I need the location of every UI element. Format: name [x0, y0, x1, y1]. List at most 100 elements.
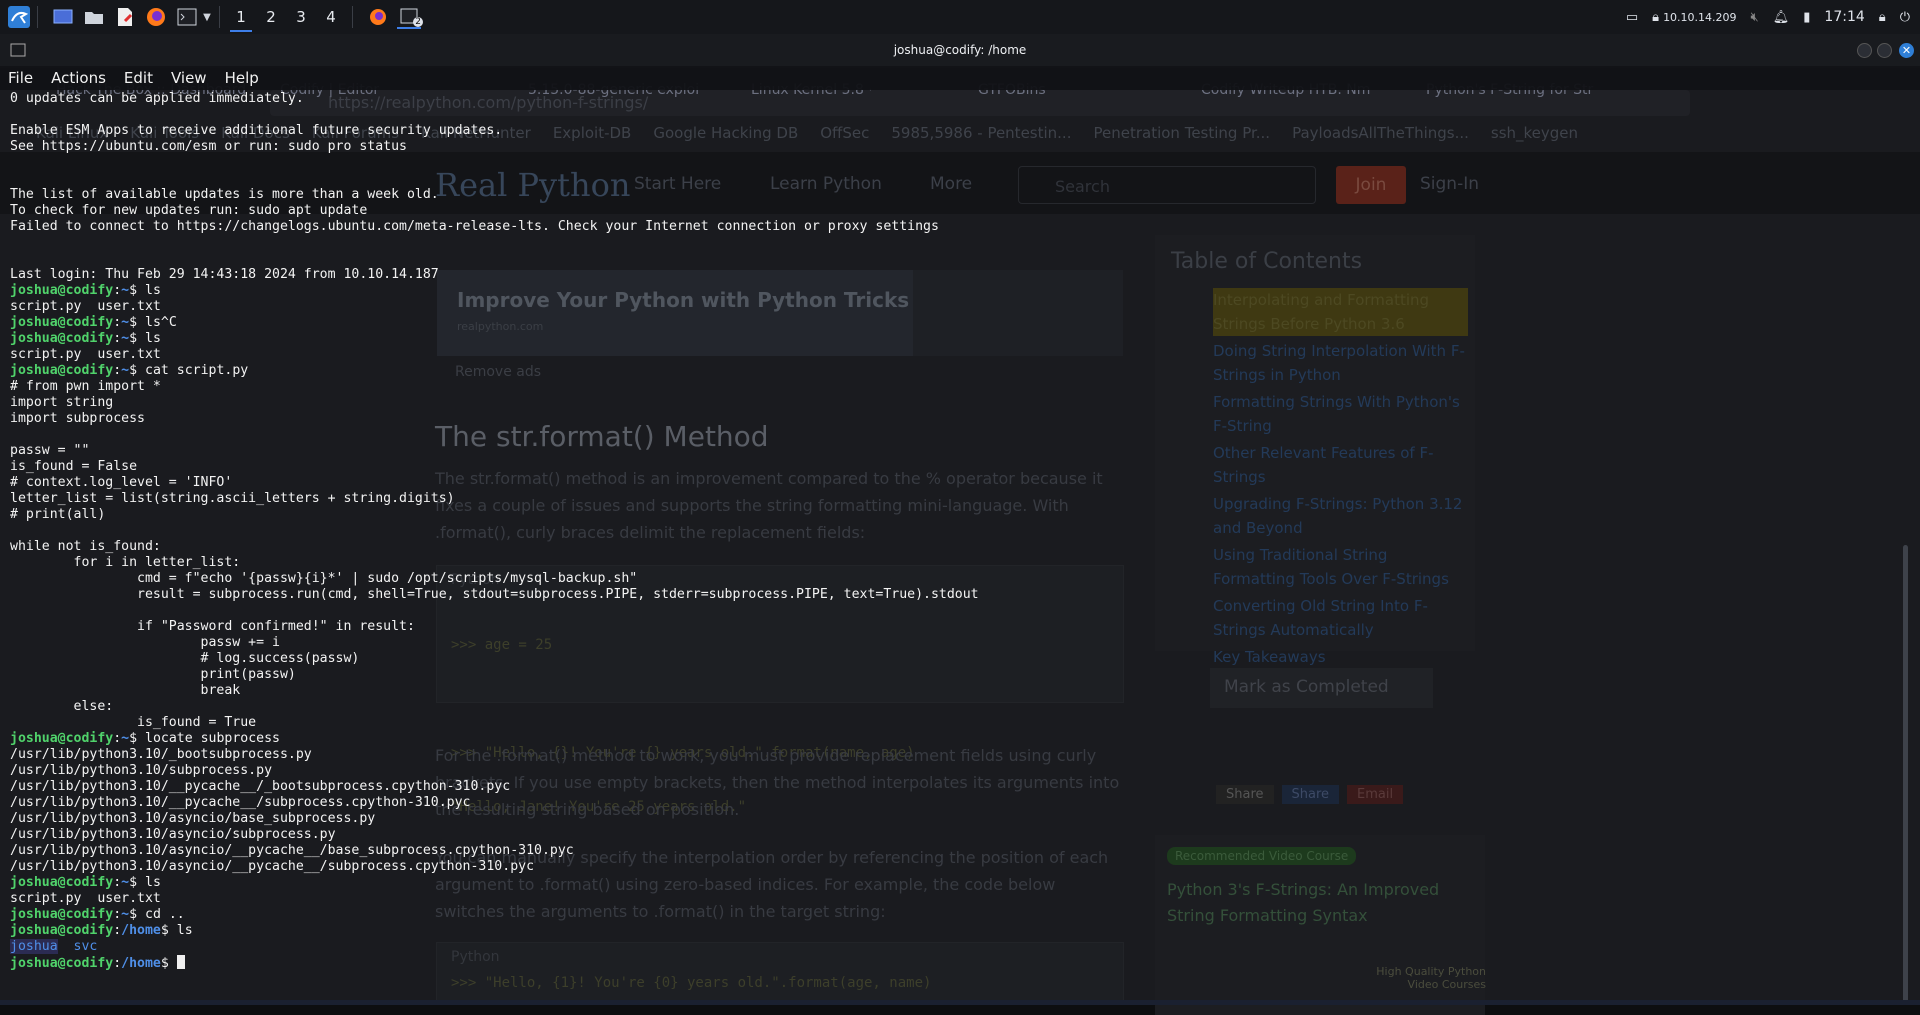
output-line: else:	[10, 699, 1900, 715]
output-line: cmd = f"echo '{passw}{i}*' | sudo /opt/s…	[10, 571, 1900, 587]
maximize-button[interactable]	[1877, 43, 1892, 58]
output-line: # context.log_level = 'INFO'	[10, 475, 1900, 491]
text-editor-icon[interactable]	[113, 5, 137, 29]
output-line: /usr/lib/python3.10/__pycache__/subproce…	[10, 795, 1900, 811]
output-line: Enable ESM Apps to receive additional fu…	[10, 123, 1900, 139]
prompt-colon: :	[113, 315, 121, 330]
prompt-colon: :	[113, 363, 121, 378]
prompt-path: /home	[121, 956, 161, 971]
chevron-down-icon[interactable]: ▼	[201, 5, 213, 29]
output-line: Last login: Thu Feb 29 14:43:18 2024 fro…	[10, 267, 1900, 283]
output-line: To check for new updates run: sudo apt u…	[10, 203, 1900, 219]
output-line: import subprocess	[10, 411, 1900, 427]
directory-entry: svc	[74, 939, 98, 954]
firefox-task-icon[interactable]	[366, 5, 390, 29]
vpn-lock-icon: 🔒︎	[1652, 10, 1659, 25]
terminal-output[interactable]: 0 updates can be applied immediately.Ena…	[10, 91, 1900, 1003]
prompt-line: joshua@codify:~$ ls^C	[10, 315, 1900, 331]
output-line: /usr/lib/python3.10/asyncio/subprocess.p…	[10, 827, 1900, 843]
command-text: ls	[177, 923, 193, 938]
kali-menu-icon[interactable]	[7, 5, 31, 29]
prompt-dollar: $	[129, 731, 145, 746]
command-text: cd ..	[145, 907, 185, 922]
command-text: ls^C	[145, 315, 177, 330]
minimize-button[interactable]	[1857, 43, 1872, 58]
workspace-4[interactable]: 4	[316, 0, 346, 34]
output-line: The list of available updates is more th…	[10, 187, 1900, 203]
output-line: /usr/lib/python3.10/subprocess.py	[10, 763, 1900, 779]
desktop-icon[interactable]	[51, 5, 75, 29]
output-line: Failed to connect to https://changelogs.…	[10, 219, 1900, 235]
menu-file[interactable]: File	[8, 69, 33, 87]
prompt-line: joshua@codify:/home$ ls	[10, 923, 1900, 939]
prompt-colon: :	[113, 283, 121, 298]
prompt-path: ~	[121, 875, 129, 890]
terminal-icon[interactable]	[175, 5, 199, 29]
prompt-dollar: $	[129, 315, 145, 330]
window-title: joshua@codify: /home	[0, 43, 1920, 57]
terminal-task-icon[interactable]: 2	[397, 5, 421, 29]
prompt-dollar: $	[161, 923, 177, 938]
prompt-user-host: joshua@codify	[10, 315, 113, 330]
workspace-1[interactable]: 1	[226, 0, 256, 34]
prompt-path: ~	[121, 907, 129, 922]
prompt-user-host: joshua@codify	[10, 731, 113, 746]
prompt-user-host: joshua@codify	[10, 363, 113, 378]
power-icon[interactable]: ⏻	[1900, 10, 1910, 25]
prompt-path: ~	[121, 283, 129, 298]
window-bottom-edge	[0, 1000, 1920, 1005]
terminal-count-badge: 2	[413, 17, 423, 27]
terminal-titlebar[interactable]: Hack The Box :: Dashboard Codify | Edito…	[0, 34, 1920, 68]
output-line	[10, 235, 1900, 251]
command-text: cat script.py	[145, 363, 248, 378]
prompt-colon: :	[113, 875, 121, 890]
mute-icon[interactable]: 🔇︎	[1751, 10, 1759, 25]
output-line: passw += i	[10, 635, 1900, 651]
output-line: /usr/lib/python3.10/__pycache__/_bootsub…	[10, 779, 1900, 795]
prompt-user-host: joshua@codify	[10, 331, 113, 346]
output-line: letter_list = list(string.ascii_letters …	[10, 491, 1900, 507]
text-cursor[interactable]	[177, 955, 185, 969]
menu-actions[interactable]: Actions	[51, 69, 106, 87]
output-line: # from pwn import *	[10, 379, 1900, 395]
panel-separator	[219, 6, 220, 28]
prompt-path: ~	[121, 363, 129, 378]
file-manager-icon[interactable]	[82, 5, 106, 29]
prompt-line: joshua@codify:~$ cat script.py	[10, 363, 1900, 379]
output-line	[10, 427, 1900, 443]
output-line: /usr/lib/python3.10/asyncio/__pycache__/…	[10, 843, 1900, 859]
output-line: is_found = False	[10, 459, 1900, 475]
menu-view[interactable]: View	[171, 69, 207, 87]
display-icon[interactable]: ▭	[1626, 10, 1638, 25]
close-button[interactable]: ✕	[1899, 43, 1914, 58]
output-line: /usr/lib/python3.10/asyncio/base_subproc…	[10, 811, 1900, 827]
output-line	[10, 523, 1900, 539]
notification-bell-icon[interactable]: 🔔︎	[1773, 10, 1790, 25]
firefox-icon[interactable]	[144, 5, 168, 29]
prompt-colon: :	[113, 956, 121, 971]
menu-help[interactable]: Help	[225, 69, 259, 87]
prompt-line: joshua@codify:~$ ls	[10, 283, 1900, 299]
prompt-user-host: joshua@codify	[10, 956, 113, 971]
prompt-dollar: $	[129, 283, 145, 298]
prompt-line: joshua@codify:~$ ls	[10, 875, 1900, 891]
prompt-dollar: $	[161, 956, 177, 971]
prompt-colon: :	[113, 923, 121, 938]
prompt-colon: :	[113, 331, 121, 346]
lock-screen-icon[interactable]: 🔒︎	[1879, 10, 1886, 25]
panel-separator	[352, 6, 353, 28]
terminal-scrollbar[interactable]	[1903, 545, 1908, 1005]
output-line: /usr/lib/python3.10/asyncio/__pycache__/…	[10, 859, 1900, 875]
workspace-3[interactable]: 3	[286, 0, 316, 34]
workspace-2[interactable]: 2	[256, 0, 286, 34]
output-line: script.py user.txt	[10, 347, 1900, 363]
close-icon: ✕	[1899, 43, 1914, 58]
output-line	[10, 603, 1900, 619]
menu-edit[interactable]: Edit	[124, 69, 153, 87]
output-line: while not is_found:	[10, 539, 1900, 555]
directory-listing: joshua svc	[10, 939, 1900, 955]
prompt-user-host: joshua@codify	[10, 907, 113, 922]
prompt-path: ~	[121, 731, 129, 746]
prompt-user-host: joshua@codify	[10, 923, 113, 938]
output-line: is_found = True	[10, 715, 1900, 731]
